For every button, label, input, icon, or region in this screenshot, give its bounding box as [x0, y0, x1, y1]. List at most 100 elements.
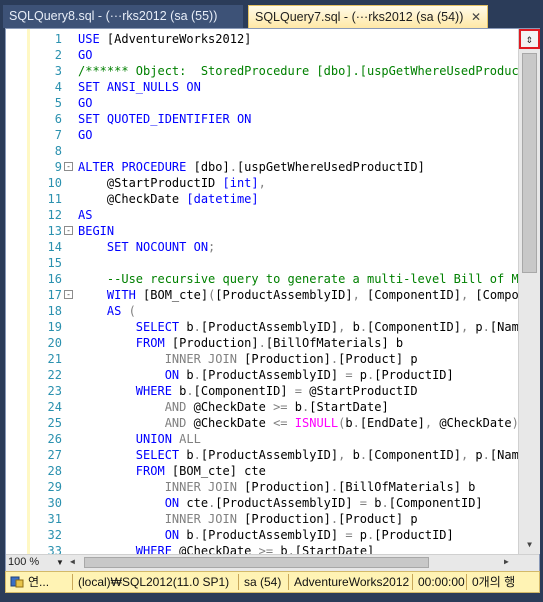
status-divider: [72, 574, 73, 590]
code-token: [ComponentID]: [367, 448, 461, 462]
collapse-toggle-icon[interactable]: -: [64, 162, 73, 171]
status-bar: 연... (local)₩SQL2012(11.0 SP1) sa (54) A…: [5, 571, 540, 593]
code-token: =: [359, 496, 375, 510]
code-token: .: [193, 320, 201, 334]
code-line[interactable]: FROM [Production].[BillOfMaterials] b: [78, 335, 518, 351]
code-line[interactable]: GO: [78, 127, 518, 143]
code-token: p: [475, 320, 483, 334]
code-line[interactable]: AS: [78, 207, 518, 223]
horizontal-scrollbar[interactable]: 100 % ▼ ◀ ▶: [6, 554, 539, 571]
code-line[interactable]: INNER JOIN [Production].[Product] p: [78, 351, 518, 367]
code-line[interactable]: GO: [78, 47, 518, 63]
code-token: [ProductAssemblyID]: [200, 448, 339, 462]
code-token: [Name]: [489, 448, 518, 462]
line-number: 22: [47, 368, 62, 382]
code-token: INNER JOIN: [78, 352, 245, 366]
code-line[interactable]: FROM [BOM_cte] cte: [78, 463, 518, 479]
code-line[interactable]: @CheckDate [datetime]: [78, 191, 518, 207]
line-number: 25: [47, 416, 62, 430]
vertical-scrollbar[interactable]: ⇕ ▼: [518, 29, 540, 554]
split-window-button[interactable]: ⇕: [519, 29, 540, 49]
line-number: 16: [47, 272, 62, 286]
code-line[interactable]: GO: [78, 95, 518, 111]
code-line[interactable]: USE [AdventureWorks2012]: [78, 31, 518, 47]
code-token: [int]: [222, 176, 259, 190]
code-token: =: [345, 528, 360, 542]
code-line[interactable]: ALTER PROCEDURE [dbo].[uspGetWhereUsedPr…: [78, 159, 518, 175]
close-icon[interactable]: ✕: [471, 6, 481, 28]
vertical-scroll-thumb[interactable]: [522, 53, 537, 273]
code-line[interactable]: AND @CheckDate <= ISNULL(b.[EndDate], @C…: [78, 415, 518, 431]
code-line[interactable]: BEGIN: [78, 223, 518, 239]
code-line[interactable]: INNER JOIN [Production].[Product] p: [78, 511, 518, 527]
line-number: 12: [47, 208, 62, 222]
line-number: 11: [47, 192, 62, 206]
code-line[interactable]: UNION ALL: [78, 431, 518, 447]
code-token: p: [359, 368, 368, 382]
code-token: [Name]: [489, 320, 518, 334]
code-token: =: [345, 368, 360, 382]
code-token: >=: [273, 400, 295, 414]
code-token: @CheckDate: [78, 192, 187, 206]
code-token: [ComponentDesc]: [475, 288, 518, 302]
code-line[interactable]: AND @CheckDate >= b.[StartDate]: [78, 399, 518, 415]
code-line[interactable]: --Use recursive query to generate a mult…: [78, 271, 518, 287]
code-token: (: [128, 304, 136, 318]
code-line[interactable]: SELECT b.[ProductAssemblyID], b.[Compone…: [78, 319, 518, 335]
code-token: [ProductAssemblyID]: [200, 528, 346, 542]
query-editor[interactable]: 1 USE [AdventureWorks2012] 2 GO 3 /****** Obj…: [5, 28, 540, 571]
line-number: 27: [47, 448, 62, 462]
code-token: .: [229, 160, 237, 174]
code-token: FROM: [78, 336, 172, 350]
code-token: ALTER PROCEDURE: [78, 160, 194, 174]
code-token: AND: [78, 416, 194, 430]
line-number: 24: [47, 400, 62, 414]
status-divider: [288, 574, 289, 590]
code-token: [Product] p: [338, 512, 418, 526]
code-token: .: [186, 384, 194, 398]
scroll-right-arrow-icon[interactable]: ▶: [504, 557, 509, 566]
code-token: [Product] p: [338, 352, 418, 366]
tab-sqlquery8[interactable]: SQLQuery8.sql - (···rks2012 (sa (55)): [3, 5, 243, 28]
code-line[interactable]: /****** Object: StoredProcedure [dbo].[u…: [78, 63, 518, 79]
horizontal-scroll-thumb[interactable]: [84, 557, 429, 568]
line-number: 7: [54, 128, 62, 142]
code-token: GO: [78, 128, 93, 142]
code-token: ,: [338, 320, 353, 334]
code-token: .: [193, 528, 201, 542]
code-line[interactable]: ON cte.[ProductAssemblyID] = b.[Componen…: [78, 495, 518, 511]
line-number: 5: [54, 96, 62, 110]
code-line[interactable]: ON b.[ProductAssemblyID] = p.[ProductID]: [78, 367, 518, 383]
code-line[interactable]: WHERE b.[ComponentID] = @StartProductID: [78, 383, 518, 399]
code-token: UNION: [78, 432, 180, 446]
code-token: [Production]: [244, 512, 331, 526]
code-line[interactable]: ON b.[ProductAssemblyID] = p.[ProductID]: [78, 527, 518, 543]
code-line[interactable]: SET NOCOUNT ON;: [78, 239, 518, 255]
collapse-toggle-icon[interactable]: -: [64, 290, 73, 299]
code-line[interactable]: SET QUOTED_IDENTIFIER ON: [78, 111, 518, 127]
line-number: 9: [54, 160, 62, 174]
tab-sqlquery7[interactable]: SQLQuery7.sql - (···rks2012 (sa (54)) ✕: [248, 5, 488, 28]
server-name: (local)₩SQL2012(11.0 SP1): [78, 575, 230, 589]
status-divider: [466, 574, 467, 590]
code-token: [ComponentID]: [388, 496, 483, 510]
zoom-select[interactable]: 100 % ▼: [8, 556, 68, 569]
code-line[interactable]: SELECT b.[ProductAssemblyID], b.[Compone…: [78, 447, 518, 463]
scroll-left-arrow-icon[interactable]: ◀: [70, 557, 75, 566]
scroll-down-arrow-icon[interactable]: ▼: [522, 538, 537, 552]
code-token: [Production]: [244, 480, 331, 494]
user-name: sa (54): [244, 575, 282, 589]
line-number: 13: [47, 224, 62, 238]
code-line[interactable]: INNER JOIN [Production].[BillOfMaterials…: [78, 479, 518, 495]
code-line[interactable]: WITH [BOM_cte]([ProductAssemblyID], [Com…: [78, 287, 518, 303]
code-token: GO: [78, 96, 93, 110]
code-line[interactable]: AS (: [78, 303, 518, 319]
code-line[interactable]: @StartProductID [int],: [78, 175, 518, 191]
code-token: FROM: [78, 464, 172, 478]
code-line[interactable]: SET ANSI_NULLS ON: [78, 79, 518, 95]
code-token: p: [359, 528, 368, 542]
collapse-toggle-icon[interactable]: -: [64, 226, 73, 235]
zoom-value: 100 %: [8, 556, 40, 568]
code-token: b: [294, 400, 302, 414]
code-token: @CheckDate: [193, 400, 274, 414]
